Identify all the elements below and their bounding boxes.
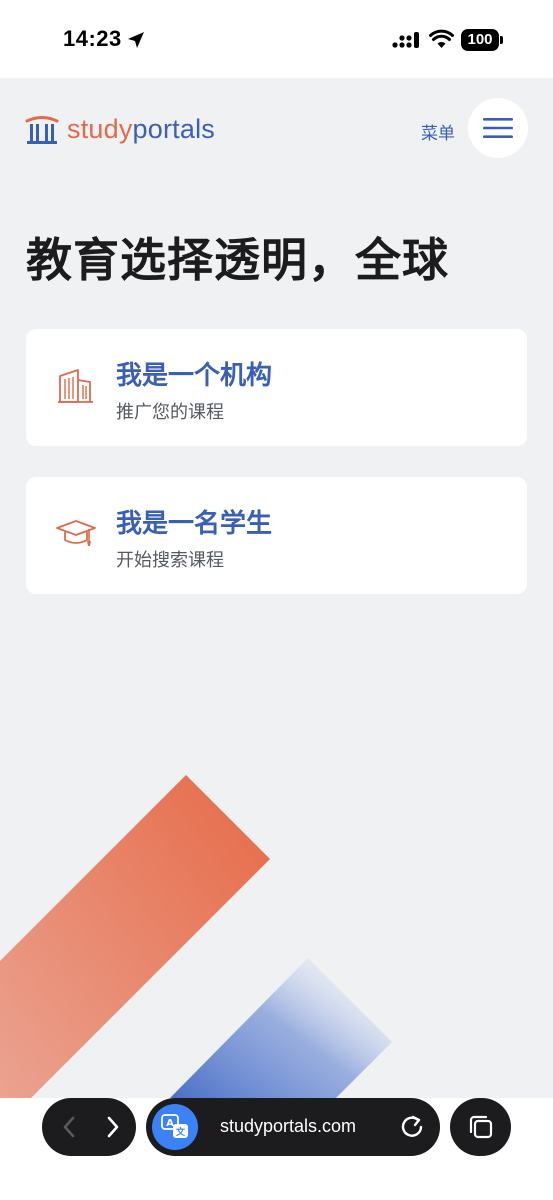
- logo-text-portals: portals: [132, 114, 215, 144]
- logo-building-icon: [25, 116, 59, 144]
- graduation-cap-icon: [56, 520, 96, 546]
- tabs-button[interactable]: [450, 1098, 511, 1156]
- svg-text:文: 文: [175, 1126, 186, 1138]
- battery-cap: [500, 36, 503, 44]
- status-time: 14:23: [63, 26, 122, 51]
- cellular-signal-icon: [392, 32, 419, 48]
- card-title: 我是一名学生: [116, 508, 273, 538]
- chevron-right-icon: [107, 1116, 119, 1138]
- page-headline: 教育选择透明，全球: [26, 234, 449, 286]
- battery-level: 100: [461, 29, 499, 51]
- forward-button[interactable]: [98, 1112, 128, 1142]
- menu-label[interactable]: 菜单: [421, 119, 455, 144]
- building-icon: [58, 369, 93, 403]
- chevron-left-icon: [63, 1116, 75, 1138]
- card-subtitle: 推广您的课程: [116, 402, 224, 422]
- address-bar[interactable]: A 文 studyportals.com: [146, 1098, 440, 1156]
- status-bar: 14:23 100: [0, 0, 553, 62]
- browser-toolbar: A 文 studyportals.com: [0, 1098, 553, 1200]
- logo-text: studyportals: [67, 112, 215, 146]
- translate-icon: A 文: [161, 1114, 188, 1138]
- svg-text:A: A: [166, 1118, 174, 1129]
- web-page: studyportals 菜单 教育选择透明，全球 我是一个机构 推广您的课程: [0, 78, 553, 1098]
- navigation-pill: [42, 1098, 136, 1156]
- location-arrow-icon: [128, 32, 144, 48]
- card-subtitle: 开始搜索课程: [116, 550, 224, 570]
- site-header: studyportals 菜单: [0, 78, 553, 178]
- studyportals-logo[interactable]: studyportals: [25, 112, 215, 146]
- hamburger-icon: [483, 118, 513, 138]
- student-card[interactable]: 我是一名学生 开始搜索课程: [26, 477, 527, 594]
- card-title: 我是一个机构: [116, 360, 273, 390]
- url-text: studyportals.com: [220, 1116, 357, 1136]
- wifi-icon: [429, 29, 454, 48]
- back-button[interactable]: [54, 1112, 84, 1142]
- tabs-icon: [469, 1115, 492, 1139]
- logo-text-study: study: [67, 114, 133, 144]
- institution-card[interactable]: 我是一个机构 推广您的课程: [26, 329, 527, 446]
- reload-icon[interactable]: [398, 1113, 426, 1141]
- translate-button[interactable]: A 文: [152, 1104, 198, 1150]
- battery-indicator: 100: [461, 29, 503, 51]
- hamburger-menu-button[interactable]: [468, 98, 528, 158]
